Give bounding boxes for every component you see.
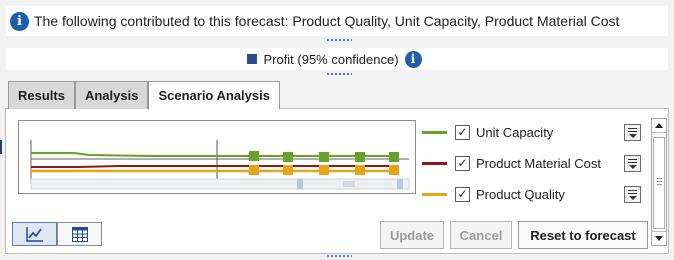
tab-analysis-label: Analysis: [84, 88, 139, 103]
series-scrollbar[interactable]: [651, 118, 667, 246]
product-quality-swatch: [422, 192, 447, 196]
handle-8[interactable]: [319, 165, 329, 175]
series-row-unit-capacity: ✓ Unit Capacity: [422, 121, 553, 143]
scenario-mini-chart[interactable]: [18, 120, 416, 194]
tab-analysis[interactable]: Analysis: [74, 81, 149, 109]
material-cost-menu-button[interactable]: [624, 155, 641, 172]
profit-legend-label: Profit (95% confidence): [263, 51, 399, 67]
handle-2[interactable]: [283, 152, 293, 162]
left-edge-marker: [0, 140, 2, 154]
resize-grip-middle[interactable]: [326, 72, 352, 76]
tab-results-label: Results: [18, 88, 65, 103]
series-row-product-quality: ✓ Product Quality: [422, 183, 565, 205]
forecast-info-text: The following contributed to this foreca…: [34, 13, 620, 29]
checkmark-icon: ✓: [457, 156, 468, 170]
reset-to-forecast-button[interactable]: Reset to forecast: [518, 221, 648, 249]
material-cost-label: Product Material Cost: [476, 155, 601, 171]
unit-capacity-line: [31, 152, 400, 158]
material-cost-line: [31, 165, 399, 168]
table-view-button[interactable]: [57, 222, 102, 246]
handle-6[interactable]: [249, 165, 259, 175]
handle-4[interactable]: [355, 152, 365, 162]
range-slider-thumb[interactable]: [343, 181, 355, 187]
material-cost-checkbox[interactable]: ✓: [455, 155, 470, 171]
handle-10[interactable]: [389, 165, 399, 175]
unit-capacity-menu-button[interactable]: [624, 124, 641, 141]
scroll-down-button[interactable]: [652, 231, 666, 245]
checkmark-icon: ✓: [457, 187, 468, 201]
unit-capacity-checkbox[interactable]: ✓: [455, 124, 470, 140]
tab-scenario-analysis[interactable]: Scenario Analysis: [148, 81, 280, 110]
product-quality-label: Product Quality: [476, 186, 565, 202]
cancel-button[interactable]: Cancel: [450, 221, 512, 249]
view-toggle: [12, 222, 102, 246]
resize-grip-top[interactable]: [326, 38, 352, 42]
unit-capacity-swatch: [422, 130, 447, 134]
forecast-info-bar: i The following contributed to this fore…: [6, 6, 668, 36]
handle-1[interactable]: [249, 151, 259, 161]
tab-scenario-analysis-label: Scenario Analysis: [158, 88, 270, 103]
handle-3[interactable]: [319, 152, 329, 162]
handle-9[interactable]: [355, 165, 365, 175]
info-icon[interactable]: i: [404, 50, 422, 68]
range-slider-handle-left[interactable]: [297, 179, 303, 189]
tab-results[interactable]: Results: [8, 81, 75, 109]
mini-chart-svg: [30, 140, 410, 190]
chevron-down-icon: [655, 236, 663, 241]
scroll-thumb[interactable]: [653, 137, 665, 229]
profit-legend-bar: Profit (95% confidence) i: [6, 48, 668, 70]
product-quality-checkbox[interactable]: ✓: [455, 186, 470, 202]
resize-grip-bottom[interactable]: [326, 254, 352, 258]
chevron-up-icon: [655, 123, 663, 128]
update-button[interactable]: Update: [380, 221, 444, 249]
handle-7[interactable]: [283, 165, 293, 175]
tab-bar: Results Analysis Scenario Analysis: [8, 81, 280, 110]
checkmark-icon: ✓: [457, 125, 468, 139]
range-slider-handle-right[interactable]: [397, 179, 403, 189]
info-icon[interactable]: i: [10, 11, 29, 31]
chart-view-button[interactable]: [12, 222, 57, 246]
profit-swatch: [247, 54, 258, 64]
material-cost-swatch: [422, 161, 447, 165]
unit-capacity-label: Unit Capacity: [476, 124, 554, 140]
series-row-material-cost: ✓ Product Material Cost: [422, 152, 601, 174]
scroll-up-button[interactable]: [652, 119, 666, 133]
handle-5[interactable]: [389, 152, 399, 162]
line-chart-icon: [25, 227, 43, 242]
product-quality-menu-button[interactable]: [624, 186, 641, 203]
table-icon: [71, 226, 88, 242]
